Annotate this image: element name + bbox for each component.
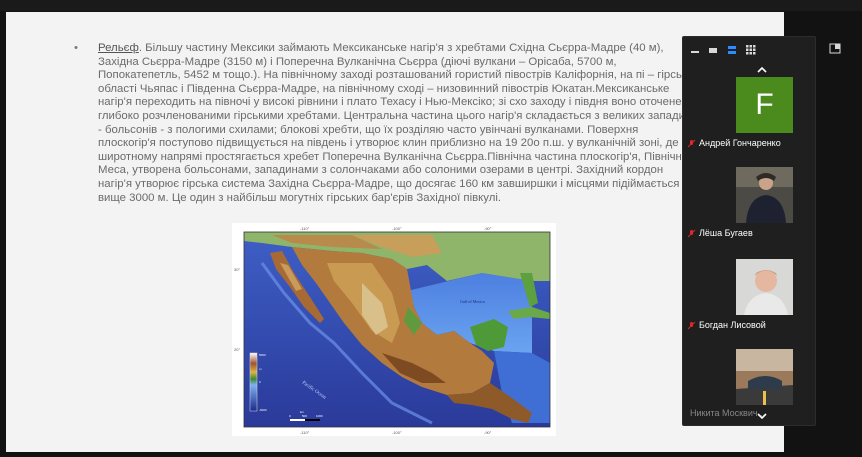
- participant-avatar: F: [736, 77, 793, 133]
- participant-tile[interactable]: Богдан Лисовой: [683, 259, 817, 331]
- map-bottom-tick: -110°: [300, 430, 310, 435]
- presentation-slide: • Рельєф. Більшу частину Мексики займають…: [6, 12, 784, 452]
- minimize-icon[interactable]: [690, 45, 700, 55]
- map-bottom-tick: -90°: [484, 430, 492, 435]
- slide-paragraph: . Більшу частину Мексики займають Мексик…: [98, 42, 692, 204]
- map-top-tick: -90°: [484, 226, 492, 231]
- participant-video: [736, 349, 793, 405]
- map-left-tick: 30°: [234, 267, 240, 272]
- participants-panel: F Андрей Гончаренко Лёша Бугаев Богдан Л…: [682, 36, 841, 426]
- participant-name: Лёша Бугаев: [699, 228, 753, 238]
- map-top-tick: -110°: [300, 226, 310, 231]
- scroll-up-chevron-icon[interactable]: [755, 65, 769, 75]
- participant-video: [736, 167, 793, 223]
- scale-label: 500: [302, 414, 307, 418]
- map-bottom-tick: -100°: [392, 430, 402, 435]
- speaker-view-icon[interactable]: [727, 45, 737, 55]
- exit-panel-icon[interactable]: [829, 43, 841, 55]
- gulf-label: Gulf of Mexico: [460, 299, 485, 304]
- legend-label: 5000: [259, 353, 266, 357]
- mic-muted-icon: [687, 229, 696, 237]
- slide-body-text: • Рельєф. Більшу частину Мексики займають…: [74, 42, 696, 205]
- participant-video: [736, 259, 793, 315]
- participant-name: Андрей Гончаренко: [699, 138, 781, 148]
- mic-muted-icon: [687, 321, 696, 329]
- screen-share-view: • Рельєф. Більшу частину Мексики займають…: [0, 0, 862, 457]
- bullet-icon: •: [74, 42, 78, 54]
- map-left-tick: 20°: [234, 347, 240, 352]
- gallery-view-icon[interactable]: [746, 45, 756, 55]
- thumbnail-view-icon[interactable]: [708, 45, 718, 55]
- scroll-down-chevron-icon[interactable]: [755, 411, 769, 421]
- mic-muted-icon: [687, 139, 696, 147]
- participant-tile[interactable]: Лёша Бугаев: [683, 167, 817, 239]
- participant-name: Никита Москвич...: [690, 408, 766, 418]
- scale-label: 1000: [316, 414, 323, 418]
- mexico-relief-map-image: -110° -100° -90° -110° -100° -90° 30° 20…: [234, 226, 551, 435]
- participant-name: Богдан Лисовой: [699, 320, 766, 330]
- scale-unit: km: [300, 410, 305, 414]
- elevation-legend-bar: [249, 352, 258, 412]
- top-bar: [0, 0, 862, 11]
- participant-tile[interactable]: F Андрей Гончаренко: [683, 77, 817, 149]
- map-top-tick: -100°: [392, 226, 402, 231]
- relief-map: -110° -100° -90° -110° -100° -90° 30° 20…: [232, 223, 556, 436]
- legend-label: -6000: [259, 408, 267, 412]
- slide-lead-word: Рельєф: [98, 42, 139, 54]
- panel-toolbar: [683, 37, 841, 63]
- participant-tile[interactable]: Никита Москвич...: [683, 349, 817, 419]
